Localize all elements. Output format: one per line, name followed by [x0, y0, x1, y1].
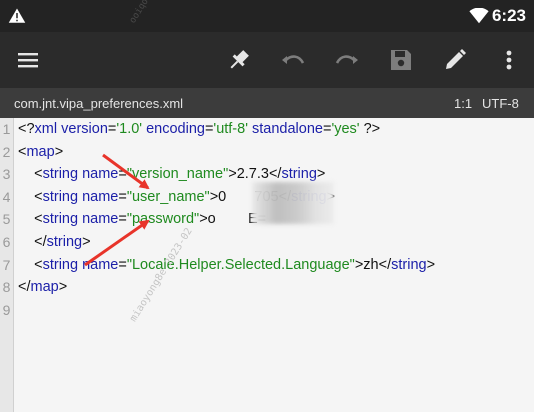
code-line[interactable]: 6 </string> [0, 231, 534, 253]
line-number: 9 [2, 301, 11, 318]
line-number: 3 [2, 166, 11, 183]
code-token: </ [378, 256, 392, 273]
status-bar: 6:23 [0, 0, 534, 32]
code-token: > [82, 234, 91, 250]
pencil-icon[interactable] [441, 46, 469, 74]
warning-triangle-icon [8, 8, 26, 23]
code-token: "user_name" [126, 188, 210, 205]
code-token: > [354, 256, 364, 273]
code-token: zh [363, 256, 379, 273]
code-editor[interactable]: 1 <?xml version='1.0' encoding='utf-8' st… [0, 118, 534, 412]
code-content: <string name="password">o E= [18, 208, 266, 230]
line-number: 8 [2, 279, 11, 296]
code-token: string [46, 234, 83, 250]
code-token: </ [268, 166, 282, 183]
code-content: <?xml version='1.0' encoding='utf-8' sta… [18, 118, 380, 140]
code-token: name [82, 166, 119, 183]
code-token: > [316, 166, 326, 183]
line-number: 4 [2, 188, 11, 205]
undo-icon[interactable] [279, 46, 307, 74]
code-token: </ [18, 279, 31, 296]
code-token: "version_name" [126, 166, 229, 183]
code-token: = [118, 166, 127, 183]
code-token: < [18, 166, 43, 183]
line-number: 2 [2, 143, 11, 160]
code-token: string [42, 256, 79, 273]
code-token: string [281, 166, 317, 183]
code-content: <map> [18, 141, 63, 163]
code-token: <? [18, 121, 35, 137]
pin-icon[interactable] [225, 46, 253, 74]
redaction-blur [252, 182, 334, 224]
code-token: > [58, 279, 68, 296]
code-token: > [426, 256, 436, 273]
save-icon[interactable] [387, 46, 415, 74]
code-token: "password" [126, 211, 200, 228]
more-vert-icon[interactable] [495, 46, 523, 74]
code-token: = [118, 188, 127, 205]
status-time: 6:23 [491, 6, 526, 25]
code-token: 2.7.3 [236, 166, 269, 183]
code-token: name [82, 211, 119, 228]
code-token: > [199, 211, 208, 228]
hamburger-menu-icon[interactable] [14, 46, 42, 74]
code-token: 'utf-8' [213, 121, 248, 137]
code-line[interactable]: 1 <?xml version='1.0' encoding='utf-8' st… [0, 118, 534, 140]
code-token: xml [34, 121, 58, 137]
code-line[interactable]: 2 <map> [0, 141, 534, 163]
code-content: <string name="Locale.Helper.Selected.Lan… [18, 254, 435, 276]
file-name: com.jnt.vipa_preferences.xml [14, 96, 184, 111]
file-encoding[interactable]: UTF-8 [482, 96, 519, 111]
code-token: name [82, 188, 119, 205]
code-token: < [18, 188, 43, 205]
toolbar [0, 32, 534, 88]
code-token: ?> [359, 121, 381, 137]
code-token: map [30, 279, 59, 296]
cursor-position: 1:1 [454, 96, 473, 111]
file-info-bar: com.jnt.vipa_preferences.xml 1:1 UTF-8 [0, 88, 534, 118]
code-token: > [54, 143, 64, 160]
code-token: < [18, 256, 43, 273]
code-content: </map> [18, 276, 67, 298]
code-token: standalone [252, 121, 323, 137]
line-number: 7 [2, 256, 11, 273]
wifi-icon [469, 8, 489, 24]
code-token: string [42, 188, 79, 205]
code-token: > [228, 166, 237, 183]
code-token: name [82, 256, 119, 273]
code-token: 'yes' [331, 121, 360, 137]
code-token: string [42, 211, 79, 228]
code-token: = [118, 256, 127, 273]
code-token: map [26, 143, 55, 160]
code-line[interactable]: 7 <string name="Locale.Helper.Selected.L… [0, 254, 534, 276]
code-token: > [209, 188, 219, 205]
code-line[interactable]: 8 </map> [0, 276, 534, 298]
code-token: encoding [146, 121, 205, 137]
line-number: 6 [2, 234, 11, 250]
code-content: </string> [18, 231, 91, 253]
code-token: < [18, 211, 43, 228]
code-token: </ [18, 234, 47, 250]
code-line[interactable]: 9 [0, 299, 534, 321]
code-token: string [42, 166, 79, 183]
line-number: 1 [2, 121, 11, 137]
code-token: string [391, 256, 427, 273]
line-number: 5 [2, 211, 11, 228]
code-token: = [118, 211, 127, 228]
redo-icon[interactable] [333, 46, 361, 74]
code-token: '1.0' [116, 121, 143, 137]
code-token: version [61, 121, 108, 137]
